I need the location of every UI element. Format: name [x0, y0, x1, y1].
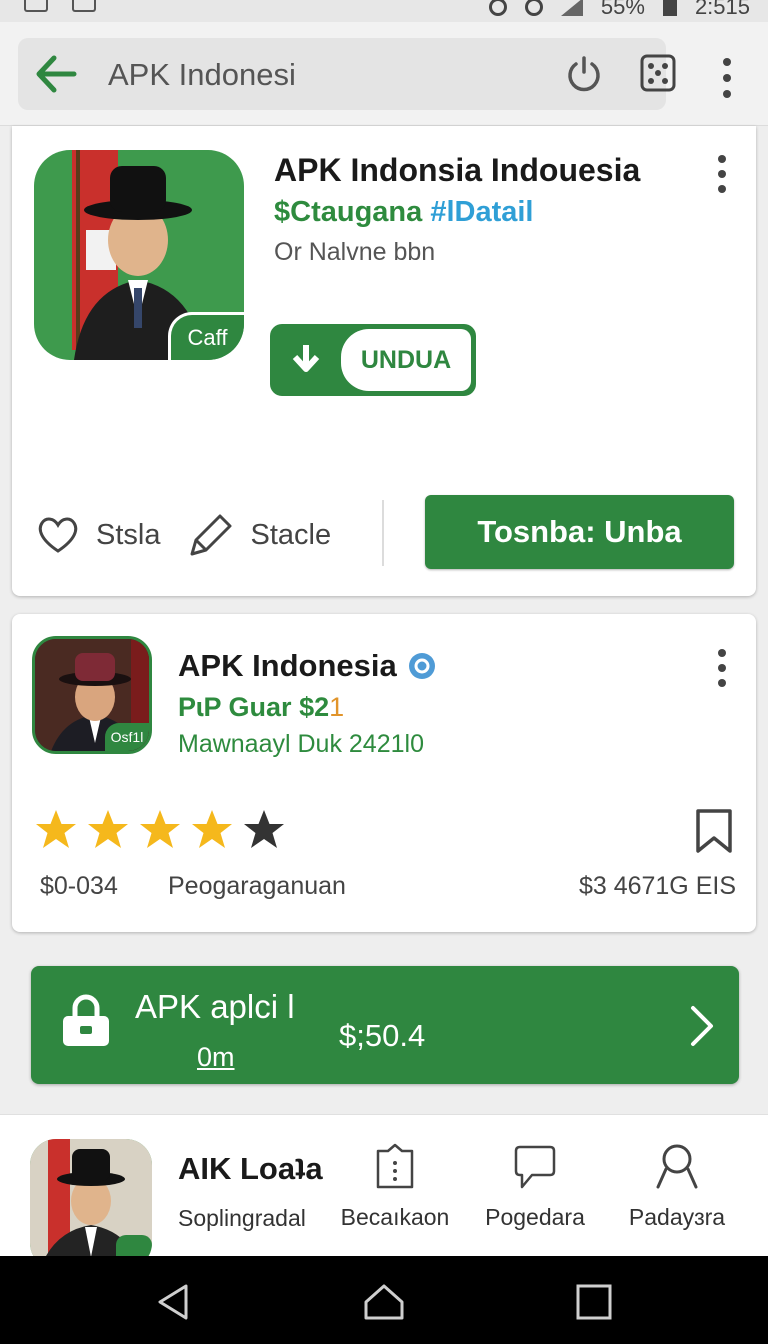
dice-icon[interactable] [640, 54, 676, 92]
heart-icon [38, 517, 78, 553]
download-label: UNDUA [341, 329, 471, 391]
tab-label: Padayɜra [628, 1204, 726, 1230]
promo-link[interactable]: 0m [197, 1042, 235, 1073]
system-nav-bar [0, 1256, 768, 1344]
footer-downloads: $3 4671G EIS [578, 872, 736, 900]
signal-icon [560, 0, 583, 16]
app-card-secondary[interactable]: Osf1l APK Indonesia PɩP Guar $21 Mawnaay… [12, 614, 756, 932]
nav-back-icon[interactable] [152, 1280, 196, 1324]
details-link[interactable]: #lDatail [430, 196, 533, 228]
tab-search[interactable]: Padayɜra [602, 1143, 752, 1231]
app-price: $21 [299, 692, 344, 722]
primary-action-button[interactable]: Tosnba: Unba [425, 495, 734, 569]
app-icon[interactable]: Caff [34, 150, 244, 360]
app-title-text: APK Indonesia [178, 648, 397, 683]
search-icon [656, 1144, 698, 1189]
app-icon-badge: Osf1l [105, 723, 149, 751]
status-right: 55% 2:515 [488, 0, 750, 20]
promo-title: APK aplci l [135, 988, 295, 1025]
star-filled-icon[interactable] [190, 808, 234, 852]
promo-price: $;50.4 [339, 1018, 426, 1053]
app-icon[interactable] [30, 1139, 152, 1256]
sync-icon [488, 0, 507, 16]
bottom-panel: AIK Loaʇa Soplingradal Becaıkaon Pogedar… [0, 1114, 768, 1256]
power-icon[interactable] [564, 54, 604, 94]
back-arrow-icon[interactable] [34, 52, 78, 96]
favorite-action[interactable]: Stsla [36, 515, 160, 555]
clock: 2:515 [694, 0, 750, 19]
tab-chat[interactable]: Pogedara [460, 1143, 610, 1231]
lock-icon [63, 994, 109, 1046]
nav-home-icon[interactable] [362, 1280, 406, 1324]
app-bar: APK Indonesi [0, 22, 768, 126]
chat-icon [514, 1145, 556, 1189]
app-icon[interactable]: Osf1l [32, 636, 152, 754]
bottom-app-title[interactable]: AIK Loaʇa [178, 1151, 323, 1187]
footer-price: $0-034 [40, 872, 118, 900]
app-price-suffix: 1 [329, 692, 345, 722]
status-left-icons [24, 0, 96, 12]
rating-stars[interactable] [34, 808, 286, 852]
download-icon [273, 327, 339, 393]
vpn-icon [524, 0, 543, 16]
download-button[interactable]: UNDUA [270, 324, 476, 396]
app-card-primary[interactable]: Caff APK Indonsia Indouesia $Ctaugana #l… [12, 126, 756, 596]
tab-label: Pogedara [485, 1204, 585, 1230]
edit-label: Stacle [250, 518, 332, 551]
notification-download-icon [72, 0, 96, 12]
star-filled-icon[interactable] [34, 808, 78, 852]
app-plan: PɩP Guar [178, 692, 292, 722]
verified-badge-icon [408, 653, 435, 679]
app-price-main: $2 [299, 692, 330, 722]
battery-percent: 55% [600, 0, 645, 19]
app-meta: Or Nalvne bbn [274, 238, 436, 266]
search-input[interactable]: APK Indonesi [108, 57, 296, 93]
chevron-right-icon[interactable] [687, 1004, 717, 1048]
search-bar[interactable]: APK Indonesi [18, 38, 676, 110]
notification-photo-icon [24, 0, 48, 12]
app-subtitle: $Ctaugana #lDatail [274, 196, 534, 229]
app-category: $Ctaugana [274, 196, 423, 228]
footer-category: Peogaraganuan [168, 872, 346, 900]
card-actions: Stsla Stacle [36, 510, 357, 560]
star-filled-icon[interactable] [138, 808, 182, 852]
divider [382, 500, 384, 566]
portrait-image [30, 1139, 152, 1256]
edit-action[interactable]: Stacle [186, 512, 331, 558]
app-title[interactable]: APK Indonsia Indouesia [274, 152, 640, 189]
card-overflow-icon[interactable] [712, 154, 732, 194]
bookmark-icon[interactable] [694, 808, 734, 854]
tag-icon [376, 1143, 414, 1189]
nav-recents-icon[interactable] [572, 1280, 616, 1324]
star-filled-icon[interactable] [86, 808, 130, 852]
battery-icon [662, 0, 677, 16]
tab-label: Becaıkaon [340, 1204, 450, 1230]
status-bar: 55% 2:515 [0, 0, 768, 22]
app-title[interactable]: APK Indonesia [178, 648, 437, 684]
favorite-label: Stsla [96, 518, 161, 551]
pencil-icon [190, 514, 232, 556]
app-subtitle: PɩP Guar $21 [178, 692, 344, 723]
card-overflow-icon[interactable] [712, 648, 732, 688]
app-meta: Mawnaayl Duk 2421l0 [178, 730, 424, 758]
app-icon-badge: Caff [168, 312, 244, 360]
overflow-menu-icon[interactable] [712, 58, 742, 98]
promo-banner[interactable]: APK aplci l 0m $;50.4 [31, 966, 739, 1084]
star-empty-icon[interactable] [242, 808, 286, 852]
bottom-app-subtitle: Soplingradal [178, 1205, 306, 1231]
tab-tags[interactable]: Becaıkaon [320, 1143, 470, 1231]
